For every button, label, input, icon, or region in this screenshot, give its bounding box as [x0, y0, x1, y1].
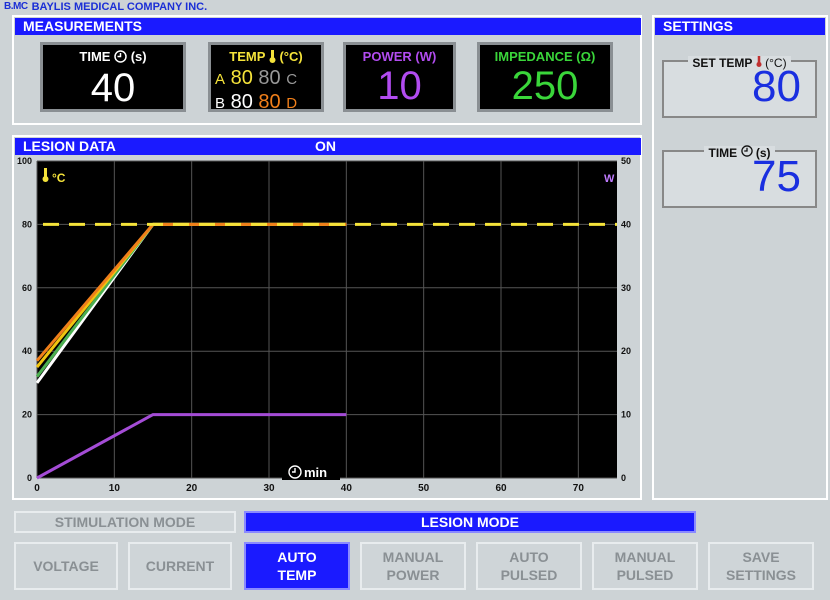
power-value: 10: [377, 64, 422, 108]
stimulation-mode-tab[interactable]: STIMULATION MODE: [14, 511, 236, 533]
set-temp-value: 80: [752, 62, 801, 111]
power-label: POWER (W): [362, 49, 437, 64]
probe-b-value: 80: [230, 90, 253, 113]
auto-temp-button[interactable]: AUTO TEMP: [244, 542, 350, 590]
svg-text:°C: °C: [52, 171, 66, 185]
time-label: TIME: [79, 49, 111, 64]
manual-power-button[interactable]: MANUAL POWER: [360, 542, 466, 590]
thermometer-icon: [269, 49, 276, 66]
x-tick-label: 40: [341, 483, 353, 494]
temp-label: TEMP: [229, 49, 266, 64]
company-name: BAYLIS MEDICAL COMPANY INC.: [31, 0, 208, 13]
probe-a-value: 80: [230, 66, 253, 89]
y-right-tick-label: 50: [621, 156, 631, 166]
set-time-label: TIME: [708, 146, 738, 160]
y-right-tick-label: 40: [621, 219, 631, 229]
y-left-tick-label: 60: [22, 283, 32, 293]
probe-b-label: B: [215, 94, 226, 112]
y-right-tick-label: 20: [621, 346, 631, 356]
right-axis-label: W: [604, 173, 615, 185]
x-axis-label: min: [282, 464, 340, 480]
probe-c-label: C: [286, 70, 298, 88]
lesion-mode-tab[interactable]: LESION MODE: [244, 511, 696, 533]
svg-text:min: min: [304, 465, 327, 480]
temp-tile-label: TEMP (°C): [211, 49, 321, 66]
y-left-tick-label: 100: [17, 156, 32, 166]
auto-pulsed-button[interactable]: AUTO PULSED: [476, 542, 582, 590]
temp-tile: TEMP (°C) A 80 80 C B 80 80 D: [208, 42, 324, 115]
manual-pulsed-button[interactable]: MANUAL PULSED: [592, 542, 698, 590]
y-right-tick-label: 0: [621, 473, 626, 483]
temp-row-a: A 80 80 C: [211, 67, 321, 91]
set-temp-box[interactable]: SET TEMP (°C) 80: [662, 56, 817, 118]
clock-icon: [114, 49, 127, 66]
set-time-value: 75: [752, 152, 801, 201]
y-left-tick-label: 0: [27, 473, 32, 483]
temp-row-b: B 80 80 D: [211, 91, 321, 115]
y-right-tick-label: 30: [621, 283, 631, 293]
impedance-tile: IMPEDANCE (Ω) 250: [477, 42, 613, 112]
y-left-tick-label: 20: [22, 410, 32, 420]
power-tile: POWER (W) 10: [343, 42, 456, 112]
probe-a-label: A: [215, 70, 226, 88]
measurements-title: MEASUREMENTS: [15, 18, 641, 35]
set-time-box[interactable]: TIME (s) 75: [662, 145, 817, 208]
time-unit: (s): [130, 49, 147, 64]
brand-header: B.MC BAYLIS MEDICAL COMPANY INC.: [4, 0, 207, 13]
x-tick-label: 50: [418, 483, 430, 494]
x-tick-label: 30: [263, 483, 275, 494]
probe-d-value: 80: [258, 90, 281, 113]
y-left-tick-label: 40: [22, 346, 32, 356]
current-button[interactable]: CURRENT: [128, 542, 232, 590]
x-tick-label: 70: [573, 483, 585, 494]
impedance-label: IMPEDANCE (Ω): [494, 49, 596, 64]
x-tick-label: 10: [109, 483, 121, 494]
set-temp-label: SET TEMP: [692, 56, 753, 70]
x-tick-label: 20: [186, 483, 198, 494]
save-settings-button[interactable]: SAVE SETTINGS: [708, 542, 814, 590]
voltage-button[interactable]: VOLTAGE: [14, 542, 118, 590]
probe-c-value: 80: [258, 66, 281, 89]
y-left-tick-label: 80: [22, 219, 32, 229]
time-tile: TIME (s) 40: [40, 42, 186, 112]
settings-title: SETTINGS: [655, 18, 825, 35]
time-tile-label: TIME (s): [43, 49, 183, 66]
lesion-chart: 0 10 20 30 40 50 60 70 0 20 40 60 80 100 0 10 20 30 40 50 °…: [17, 156, 631, 494]
lesion-status: ON: [315, 138, 336, 154]
temp-unit: (°C): [279, 49, 303, 64]
impedance-value: 250: [511, 64, 579, 108]
x-tick-label: 60: [495, 483, 507, 494]
x-tick-label: 0: [34, 483, 40, 494]
lesion-data-bar: LESION DATA ON: [15, 138, 641, 155]
company-logo: B.MC: [4, 1, 28, 12]
probe-d-label: D: [286, 94, 298, 112]
y-right-tick-label: 10: [621, 410, 631, 420]
time-value: 40: [90, 65, 136, 110]
lesion-data-title: LESION DATA: [23, 138, 116, 154]
